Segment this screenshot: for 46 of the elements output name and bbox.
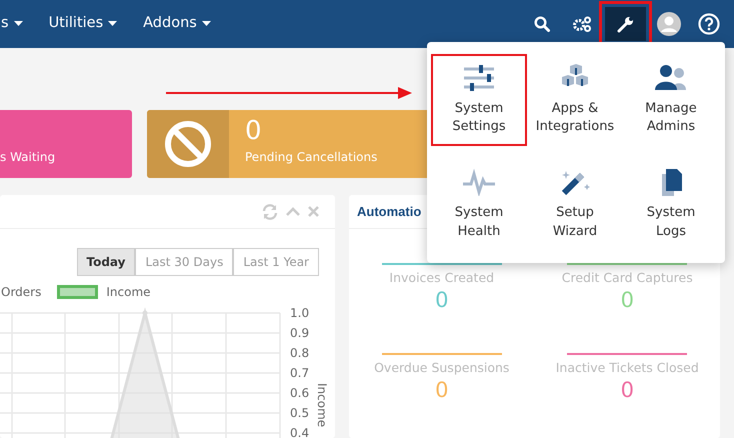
- stat-label: Invoices Created: [389, 269, 494, 287]
- ban-icon: [163, 119, 213, 169]
- nav-menu-link[interactable]: Utilities: [48, 13, 118, 35]
- axis-tick-label: 0.4: [290, 426, 310, 438]
- gears-icon: [572, 16, 592, 32]
- caret-icon: [14, 20, 23, 26]
- menu-item[interactable]: System Settings: [431, 54, 527, 146]
- search-icon: [534, 16, 550, 32]
- menu-item[interactable]: Manage Admins: [623, 54, 719, 146]
- menu-item[interactable]: Apps & Integrations: [527, 54, 623, 146]
- help-icon: [698, 13, 720, 35]
- stat-label: Credit Card Captures: [562, 269, 693, 287]
- stat-label: Pending Cancellations: [245, 149, 378, 166]
- range-tab[interactable]: Today: [76, 248, 136, 276]
- caret-icon: [202, 20, 211, 26]
- wrench-icon: [617, 16, 634, 32]
- sliders-icon: [462, 64, 496, 92]
- axis-tick-label: 0.9: [290, 326, 310, 340]
- stat-value: 0: [245, 118, 262, 144]
- axis-tick-label: 0.7: [290, 366, 310, 380]
- axis-title: Income: [315, 383, 329, 428]
- wrench-button[interactable]: [605, 7, 646, 41]
- stat-value: 0: [620, 378, 634, 403]
- axis-tick-label: 1.0: [290, 306, 310, 320]
- axis-tick-label: 0.6: [290, 386, 310, 400]
- menu-item[interactable]: Setup Wizard: [527, 158, 623, 251]
- stat-value: 0: [620, 288, 634, 313]
- stat-label: s Waiting: [0, 149, 56, 166]
- axis-tick-label: 0.5: [290, 406, 310, 420]
- stat-value: 0: [435, 288, 448, 313]
- panel-title: Automatio: [357, 202, 422, 221]
- stat-label: Inactive Tickets Closed: [556, 358, 699, 377]
- data-point: [142, 310, 148, 316]
- stat-value: 0: [435, 378, 448, 403]
- pulse-icon: [462, 168, 496, 196]
- legend-label: Orders: [1, 284, 42, 301]
- avatar-icon: [657, 12, 681, 36]
- users-icon: [654, 64, 688, 92]
- nav-menu-link[interactable]: s: [1, 13, 23, 35]
- nav-menu-link[interactable]: Addons: [143, 13, 211, 35]
- legend-label: Income: [106, 284, 151, 301]
- menu-item[interactable]: System Health: [431, 158, 527, 251]
- menu-item[interactable]: System Logs: [623, 158, 719, 251]
- axis-tick-label: 0.8: [290, 346, 310, 360]
- stat-label: Overdue Suspensions: [374, 358, 510, 377]
- caret-icon: [108, 20, 118, 26]
